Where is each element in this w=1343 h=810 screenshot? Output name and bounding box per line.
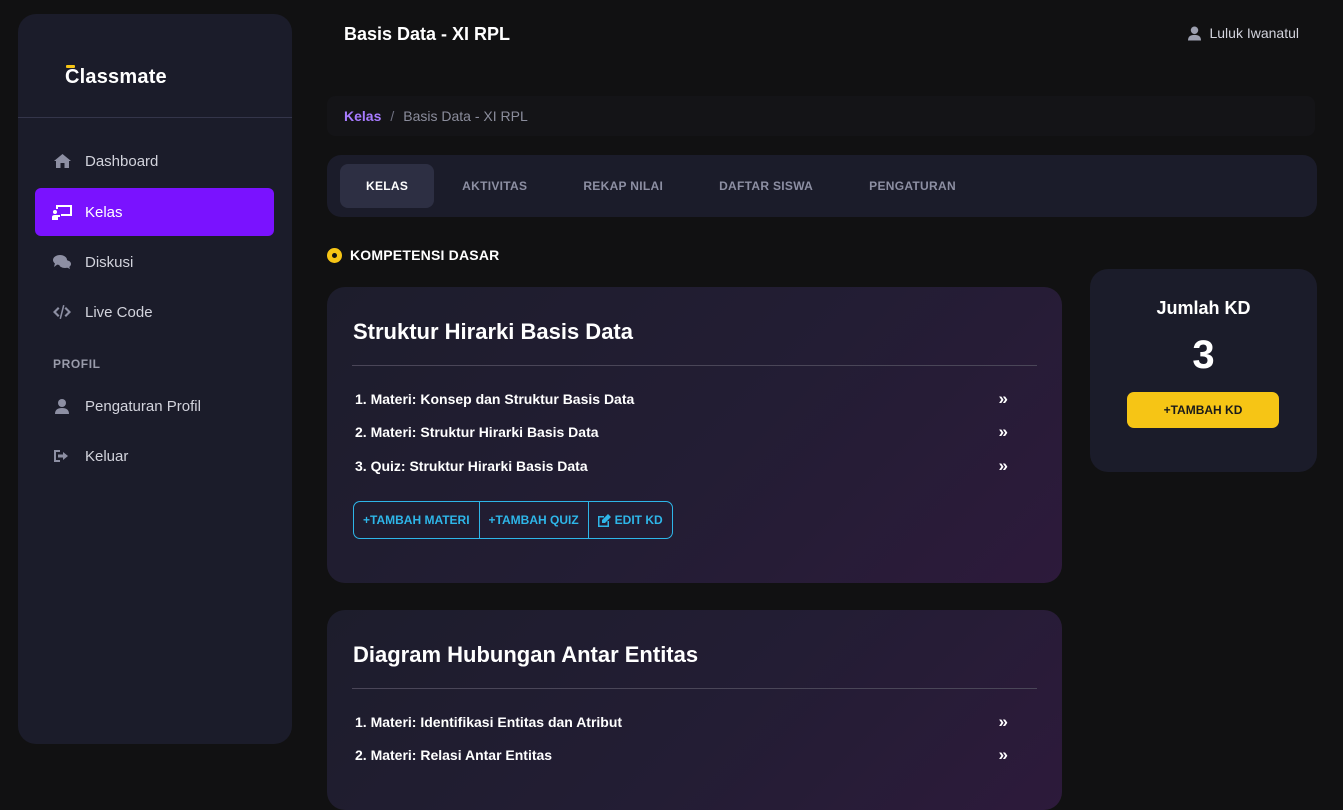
double-chevron-right-icon: » xyxy=(998,422,1008,441)
tab-daftar-siswa[interactable]: DAFTAR SISWA xyxy=(691,164,841,208)
code-icon xyxy=(52,304,72,320)
sign-out-icon xyxy=(52,448,72,464)
page-title: Basis Data - XI RPL xyxy=(344,24,511,44)
logo-text: lassmate xyxy=(79,66,167,88)
jumlah-kd-count: 3 xyxy=(1192,333,1215,377)
double-chevron-right-icon: » xyxy=(998,456,1008,475)
section-heading: KOMPETENSI DASAR xyxy=(327,247,499,263)
sidebar-item-keluar[interactable]: Keluar xyxy=(35,432,274,480)
chat-bubbles-icon xyxy=(52,254,72,270)
kd-card: Struktur Hirarki Basis Data 1. Materi: K… xyxy=(327,287,1062,583)
kd-divider xyxy=(352,688,1037,689)
edit-icon xyxy=(597,513,611,527)
sidebar: Classmate Dashboard Kelas Diskusi Live C… xyxy=(18,14,292,744)
kd-item-label: 2. Materi: Struktur Hirarki Basis Data xyxy=(355,424,599,440)
tab-rekap-nilai[interactable]: REKAP NILAI xyxy=(555,164,691,208)
double-chevron-right-icon: » xyxy=(998,745,1008,764)
kd-item[interactable]: 3. Quiz: Struktur Hirarki Basis Data » xyxy=(355,455,1008,477)
sidebar-item-label: Pengaturan Profil xyxy=(85,397,201,415)
tab-pengaturan[interactable]: PENGATURAN xyxy=(841,164,984,208)
user-icon xyxy=(1188,26,1202,40)
jumlah-kd-label: Jumlah KD xyxy=(1156,298,1251,318)
kd-action-buttons: +TAMBAH MATERI +TAMBAH QUIZ EDIT KD xyxy=(353,501,673,539)
sidebar-item-live-code[interactable]: Live Code xyxy=(35,288,274,336)
kd-divider xyxy=(352,365,1037,366)
kd-item-label: 1. Materi: Konsep dan Struktur Basis Dat… xyxy=(355,391,635,407)
tab-aktivitas[interactable]: AKTIVITAS xyxy=(434,164,555,208)
sidebar-section-profil: PROFIL xyxy=(53,357,101,371)
kd-item[interactable]: 2. Materi: Struktur Hirarki Basis Data » xyxy=(355,421,1008,443)
add-kd-button[interactable]: +TAMBAH KD xyxy=(1127,392,1279,428)
double-chevron-right-icon: » xyxy=(998,712,1008,731)
kd-item[interactable]: 1. Materi: Konsep dan Struktur Basis Dat… xyxy=(355,388,1008,410)
kd-item-label: 3. Quiz: Struktur Hirarki Basis Data xyxy=(355,458,588,474)
breadcrumb-separator: / xyxy=(390,108,395,124)
sidebar-item-label: Keluar xyxy=(85,447,129,465)
breadcrumb-link-kelas[interactable]: Kelas xyxy=(344,108,381,124)
sidebar-item-label: Diskusi xyxy=(85,253,134,271)
tab-bar: KELAS AKTIVITAS REKAP NILAI DAFTAR SISWA… xyxy=(327,155,1317,217)
class-board-icon xyxy=(52,204,72,220)
sidebar-item-kelas[interactable]: Kelas xyxy=(35,188,274,236)
kd-item[interactable]: 1. Materi: Identifikasi Entitas dan Atri… xyxy=(355,711,1008,733)
kd-card: Diagram Hubungan Antar Entitas 1. Materi… xyxy=(327,610,1062,810)
app-logo[interactable]: Classmate xyxy=(65,65,167,89)
user-icon xyxy=(52,398,72,414)
kd-title: Diagram Hubungan Antar Entitas xyxy=(353,642,699,667)
section-title: KOMPETENSI DASAR xyxy=(350,247,500,263)
sidebar-item-label: Dashboard xyxy=(85,152,159,170)
jumlah-kd-card: Jumlah KD 3 +TAMBAH KD xyxy=(1090,269,1317,472)
sidebar-item-pengaturan-profil[interactable]: Pengaturan Profil xyxy=(35,382,274,430)
sidebar-item-diskusi[interactable]: Diskusi xyxy=(35,238,274,286)
kd-item-label: 1. Materi: Identifikasi Entitas dan Atri… xyxy=(355,714,623,730)
kd-title: Struktur Hirarki Basis Data xyxy=(353,319,633,344)
add-quiz-button[interactable]: +TAMBAH QUIZ xyxy=(478,502,588,538)
add-materi-button[interactable]: +TAMBAH MATERI xyxy=(354,502,479,538)
edit-kd-button[interactable]: EDIT KD xyxy=(587,502,672,538)
sidebar-item-label: Kelas xyxy=(85,203,123,221)
double-chevron-right-icon: » xyxy=(998,389,1008,408)
sidebar-item-dashboard[interactable]: Dashboard xyxy=(35,137,274,185)
section-dot-icon xyxy=(327,247,342,263)
kd-item-label: 2. Materi: Relasi Antar Entitas xyxy=(355,747,553,763)
sidebar-item-label: Live Code xyxy=(85,303,153,321)
breadcrumb-current: Basis Data - XI RPL xyxy=(403,108,528,124)
home-icon xyxy=(52,153,72,169)
kd-item[interactable]: 2. Materi: Relasi Antar Entitas » xyxy=(355,744,1008,766)
sidebar-divider xyxy=(18,117,292,118)
edit-kd-label: EDIT KD xyxy=(614,513,663,527)
user-menu[interactable]: Luluk Iwanatul xyxy=(1188,25,1299,41)
user-name: Luluk Iwanatul xyxy=(1209,25,1299,41)
breadcrumb: Kelas / Basis Data - XI RPL xyxy=(327,96,1315,136)
tab-kelas[interactable]: KELAS xyxy=(340,164,435,208)
